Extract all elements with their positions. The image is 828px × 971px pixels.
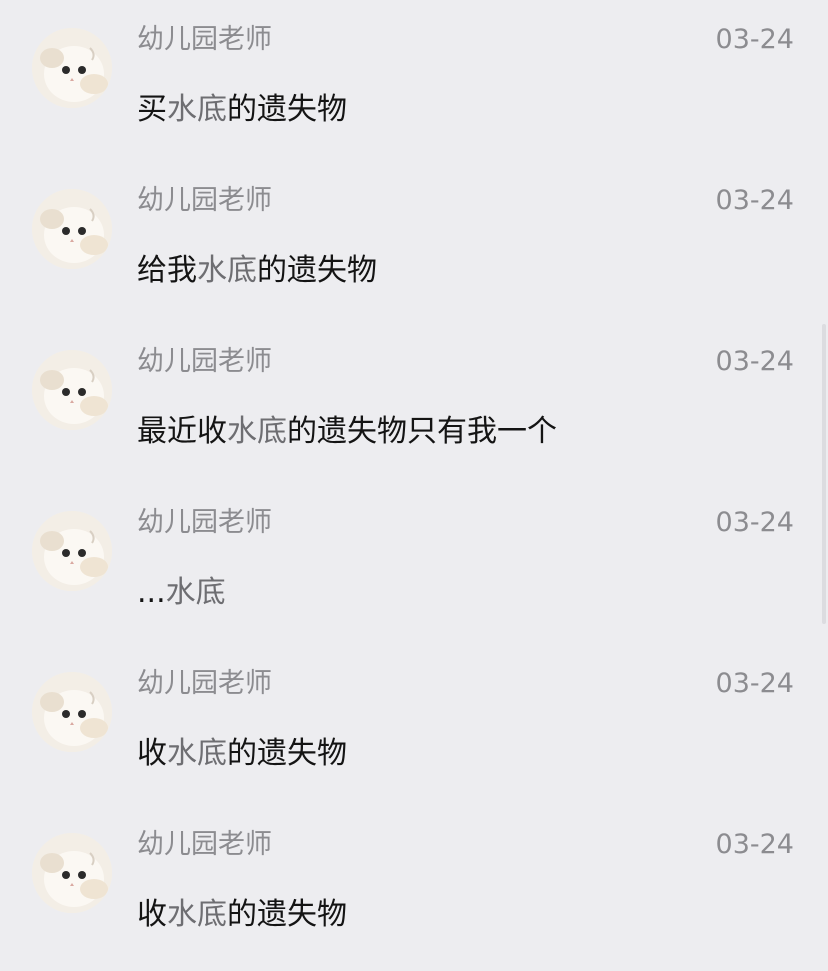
highlighted-keyword: 水底	[167, 897, 227, 932]
message-text: ...水底	[137, 573, 226, 613]
message-text: 买水底的遗失物	[137, 90, 347, 130]
cat-avatar-icon[interactable]	[32, 833, 112, 913]
highlighted-keyword: 水底	[167, 736, 227, 771]
sender-name: 幼儿园老师	[137, 829, 272, 860]
message-date: 03-24	[715, 829, 794, 860]
message-text-before-keyword: 最近收	[137, 414, 227, 449]
message-text: 最近收水底的遗失物只有我一个	[137, 412, 557, 452]
message-item[interactable]: 幼儿园老师 03-24 给我水底的遗失物	[0, 161, 828, 322]
sender-name: 幼儿园老师	[137, 24, 272, 55]
cat-avatar-icon[interactable]	[32, 189, 112, 269]
message-date: 03-24	[715, 346, 794, 377]
message-text-before-keyword: 收	[137, 897, 167, 932]
sender-name: 幼儿园老师	[137, 185, 272, 216]
sender-name: 幼儿园老师	[137, 507, 272, 538]
message-date: 03-24	[715, 24, 794, 55]
message-date: 03-24	[715, 185, 794, 216]
message-text-after-keyword: 的遗失物只有我一个	[287, 414, 557, 449]
message-text-before-keyword: 给我	[137, 253, 197, 288]
message-text: 收水底的遗失物	[137, 895, 347, 935]
message-text-after-keyword: 的遗失物	[227, 897, 347, 932]
message-item[interactable]: 幼儿园老师 03-24 收水底的遗失物	[0, 644, 828, 805]
message-text-after-keyword: 的遗失物	[227, 92, 347, 127]
message-text: 给我水底的遗失物	[137, 251, 377, 291]
message-text: 收水底的遗失物	[137, 734, 347, 774]
highlighted-keyword: 水底	[197, 253, 257, 288]
message-item[interactable]: 幼儿园老师 03-24 收水底的遗失物	[0, 805, 828, 966]
sender-name: 幼儿园老师	[137, 346, 272, 377]
message-item[interactable]: 幼儿园老师 03-24 买水底的遗失物	[0, 0, 828, 161]
highlighted-keyword: 水底	[227, 414, 287, 449]
scrollbar[interactable]	[822, 324, 826, 624]
cat-avatar-icon[interactable]	[32, 28, 112, 108]
message-item[interactable]: 幼儿园老师 03-24 ...水底	[0, 483, 828, 644]
highlighted-keyword: 水底	[165, 575, 226, 610]
message-text-after-keyword: 的遗失物	[227, 736, 347, 771]
message-text-before-keyword: ...	[137, 575, 166, 610]
cat-avatar-icon[interactable]	[32, 672, 112, 752]
message-date: 03-24	[715, 507, 794, 538]
message-text-after-keyword: 的遗失物	[257, 253, 377, 288]
message-date: 03-24	[715, 668, 794, 699]
cat-avatar-icon[interactable]	[32, 511, 112, 591]
message-search-results: 幼儿园老师 03-24 买水底的遗失物 幼儿园老师 03-24 给我水底的遗失物	[0, 0, 828, 971]
message-text-before-keyword: 买	[137, 92, 167, 127]
message-item[interactable]: 幼儿园老师 03-24 最近收水底的遗失物只有我一个	[0, 322, 828, 483]
message-text-before-keyword: 收	[137, 736, 167, 771]
highlighted-keyword: 水底	[167, 92, 227, 127]
cat-avatar-icon[interactable]	[32, 350, 112, 430]
sender-name: 幼儿园老师	[137, 668, 272, 699]
